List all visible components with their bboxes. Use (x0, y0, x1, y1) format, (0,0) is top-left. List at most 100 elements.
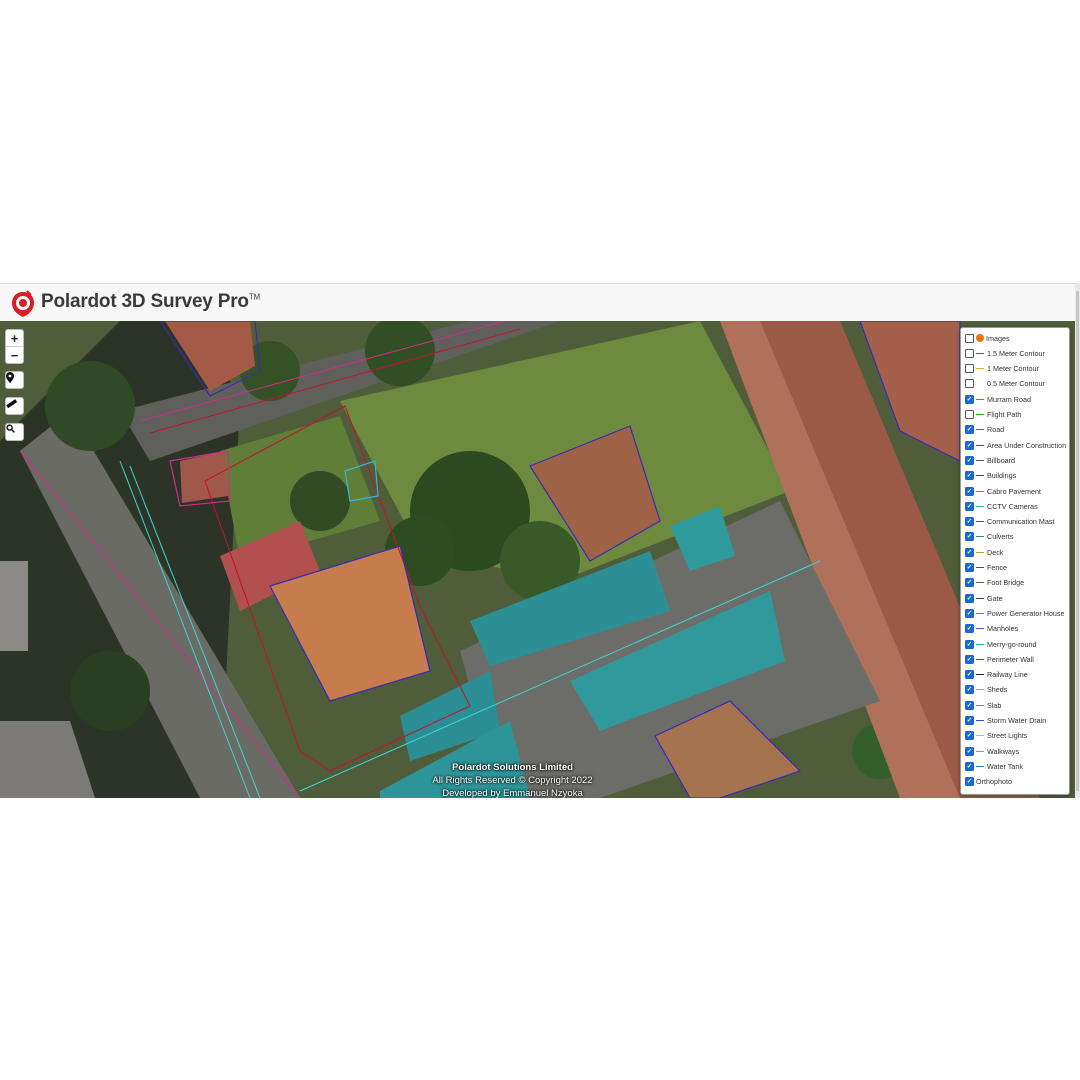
map-marker-button[interactable] (6, 372, 23, 388)
layer-label: Communication Mast (987, 517, 1055, 527)
layer-item[interactable]: Buildings (965, 469, 1016, 483)
layer-item[interactable]: CCTV Cameras (965, 499, 1038, 513)
layer-item[interactable]: Merry-go-round (965, 637, 1037, 651)
layer-line-swatch-icon (976, 444, 984, 446)
layer-item[interactable]: Billboard (965, 453, 1015, 467)
layer-checkbox[interactable] (965, 348, 974, 358)
layer-item[interactable]: Orthophoto (965, 775, 1012, 789)
layer-line-swatch-icon (976, 750, 984, 752)
layer-item[interactable]: Gate (965, 591, 1003, 605)
layer-item[interactable]: Foot Bridge (965, 576, 1024, 590)
layer-item[interactable]: Power Generator House (965, 606, 1065, 620)
layer-item[interactable]: Storm Water Drain (965, 714, 1046, 728)
layer-line-swatch-icon (976, 567, 984, 568)
layer-label: Merry-go-round (987, 639, 1037, 649)
layer-checkbox[interactable] (965, 593, 974, 603)
layer-item[interactable]: Walkways (965, 744, 1019, 758)
measure-control (5, 397, 24, 415)
layer-item[interactable]: Road (965, 423, 1004, 437)
credits-rights: All Rights Reserved © Copyright 2022 (432, 775, 593, 786)
layer-checkbox[interactable] (965, 379, 974, 389)
zoom-in-button[interactable]: + (6, 330, 23, 346)
layer-checkbox[interactable] (965, 777, 974, 787)
layer-checkbox[interactable] (965, 761, 974, 771)
credits-developer: Developed by Emmanuel Nzyoka (442, 788, 583, 798)
layer-checkbox[interactable] (965, 670, 974, 680)
layer-item[interactable]: Water Tank (965, 759, 1023, 773)
layer-item[interactable]: Cabro Pavement (965, 484, 1041, 498)
zoom-out-button[interactable]: − (6, 346, 23, 363)
layer-checkbox[interactable] (965, 501, 974, 511)
layer-checkbox[interactable] (965, 410, 974, 419)
layer-checkbox[interactable] (965, 394, 974, 404)
layer-checkbox[interactable] (965, 563, 974, 572)
layer-checkbox[interactable] (965, 731, 974, 741)
layer-checkbox[interactable] (965, 517, 974, 527)
layer-item[interactable]: Deck (965, 545, 1003, 559)
layer-label: Flight Path (987, 410, 1022, 419)
layer-checkbox[interactable] (965, 486, 974, 496)
map-viewport[interactable]: + − Images 1.5 Meter Contour 1 Meter Conto… (0, 321, 1075, 798)
layer-label: Water Tank (987, 761, 1023, 771)
layer-checkbox[interactable] (965, 578, 974, 588)
layer-checkbox[interactable] (965, 455, 974, 465)
search-button[interactable] (6, 424, 23, 440)
layer-line-swatch-icon (976, 490, 984, 492)
layer-item[interactable]: 0.5 Meter Contour (965, 377, 1045, 391)
layer-line-swatch-icon (976, 612, 984, 614)
layer-line-swatch-icon (976, 505, 984, 507)
layer-checkbox[interactable] (965, 425, 974, 435)
layer-item[interactable]: Railway Line (965, 668, 1028, 682)
layer-label: Street Lights (987, 731, 1028, 741)
layer-item[interactable]: 1 Meter Contour (965, 362, 1039, 376)
layer-checkbox[interactable] (965, 333, 974, 343)
layer-item[interactable]: Manholes (965, 622, 1018, 636)
layer-checkbox[interactable] (965, 639, 974, 649)
window-scrollbar[interactable] (1075, 283, 1080, 798)
layer-label: Storm Water Drain (987, 716, 1047, 725)
layer-checkbox[interactable] (965, 364, 974, 374)
layer-label: Culverts (987, 532, 1014, 542)
layer-checkbox[interactable] (965, 440, 974, 450)
layer-checkbox[interactable] (965, 685, 974, 695)
layer-checkbox[interactable] (965, 547, 974, 557)
layer-line-swatch-icon (976, 398, 984, 400)
layer-item[interactable]: 1.5 Meter Contour (965, 346, 1045, 360)
layer-line-swatch-icon (976, 551, 984, 553)
layer-item[interactable]: Sheds (965, 683, 1007, 697)
layer-line-swatch-icon (976, 536, 984, 538)
layer-checkbox[interactable] (965, 700, 974, 710)
layer-item[interactable]: Culverts (965, 530, 1013, 544)
layer-label: Road (987, 425, 1005, 435)
layer-item[interactable]: Area Under Construction (965, 438, 1066, 452)
layer-checkbox[interactable] (965, 471, 974, 481)
layer-line-swatch-icon (976, 765, 984, 767)
layer-checkbox[interactable] (965, 654, 974, 664)
map-marker-icon (6, 372, 14, 383)
layer-line-swatch-icon (976, 582, 984, 584)
measure-button[interactable] (6, 398, 23, 414)
layer-line-swatch-icon (976, 414, 984, 415)
layer-item[interactable]: Street Lights (965, 729, 1027, 743)
layer-checkbox[interactable] (965, 532, 974, 542)
layer-item[interactable]: Images (965, 331, 1010, 345)
layer-checkbox[interactable] (965, 746, 974, 756)
layer-label: Fence (987, 563, 1007, 572)
orthophoto-layer (0, 321, 1075, 798)
layer-item[interactable]: Murram Road (965, 392, 1031, 406)
layer-label: 1.5 Meter Contour (987, 348, 1045, 358)
layer-item[interactable]: Communication Mast (965, 515, 1055, 529)
layer-item[interactable]: Fence (965, 561, 1007, 575)
credits: Polardot Solutions Limited All Rights Re… (400, 761, 625, 798)
layer-item[interactable]: Slab (965, 698, 1001, 712)
app-window: Polardot 3D Survey ProTM + − Images 1.5 … (0, 283, 1080, 798)
locate-control (5, 371, 24, 389)
layer-checkbox[interactable] (965, 716, 974, 725)
layer-checkbox[interactable] (965, 624, 974, 634)
layer-label: Deck (987, 547, 1004, 557)
search-icon (6, 424, 15, 433)
layer-checkbox[interactable] (965, 608, 974, 618)
layer-item[interactable]: Perimeter Wall (965, 652, 1034, 666)
layer-item[interactable]: Flight Path (965, 408, 1021, 422)
layer-label: Cabro Pavement (987, 486, 1041, 496)
